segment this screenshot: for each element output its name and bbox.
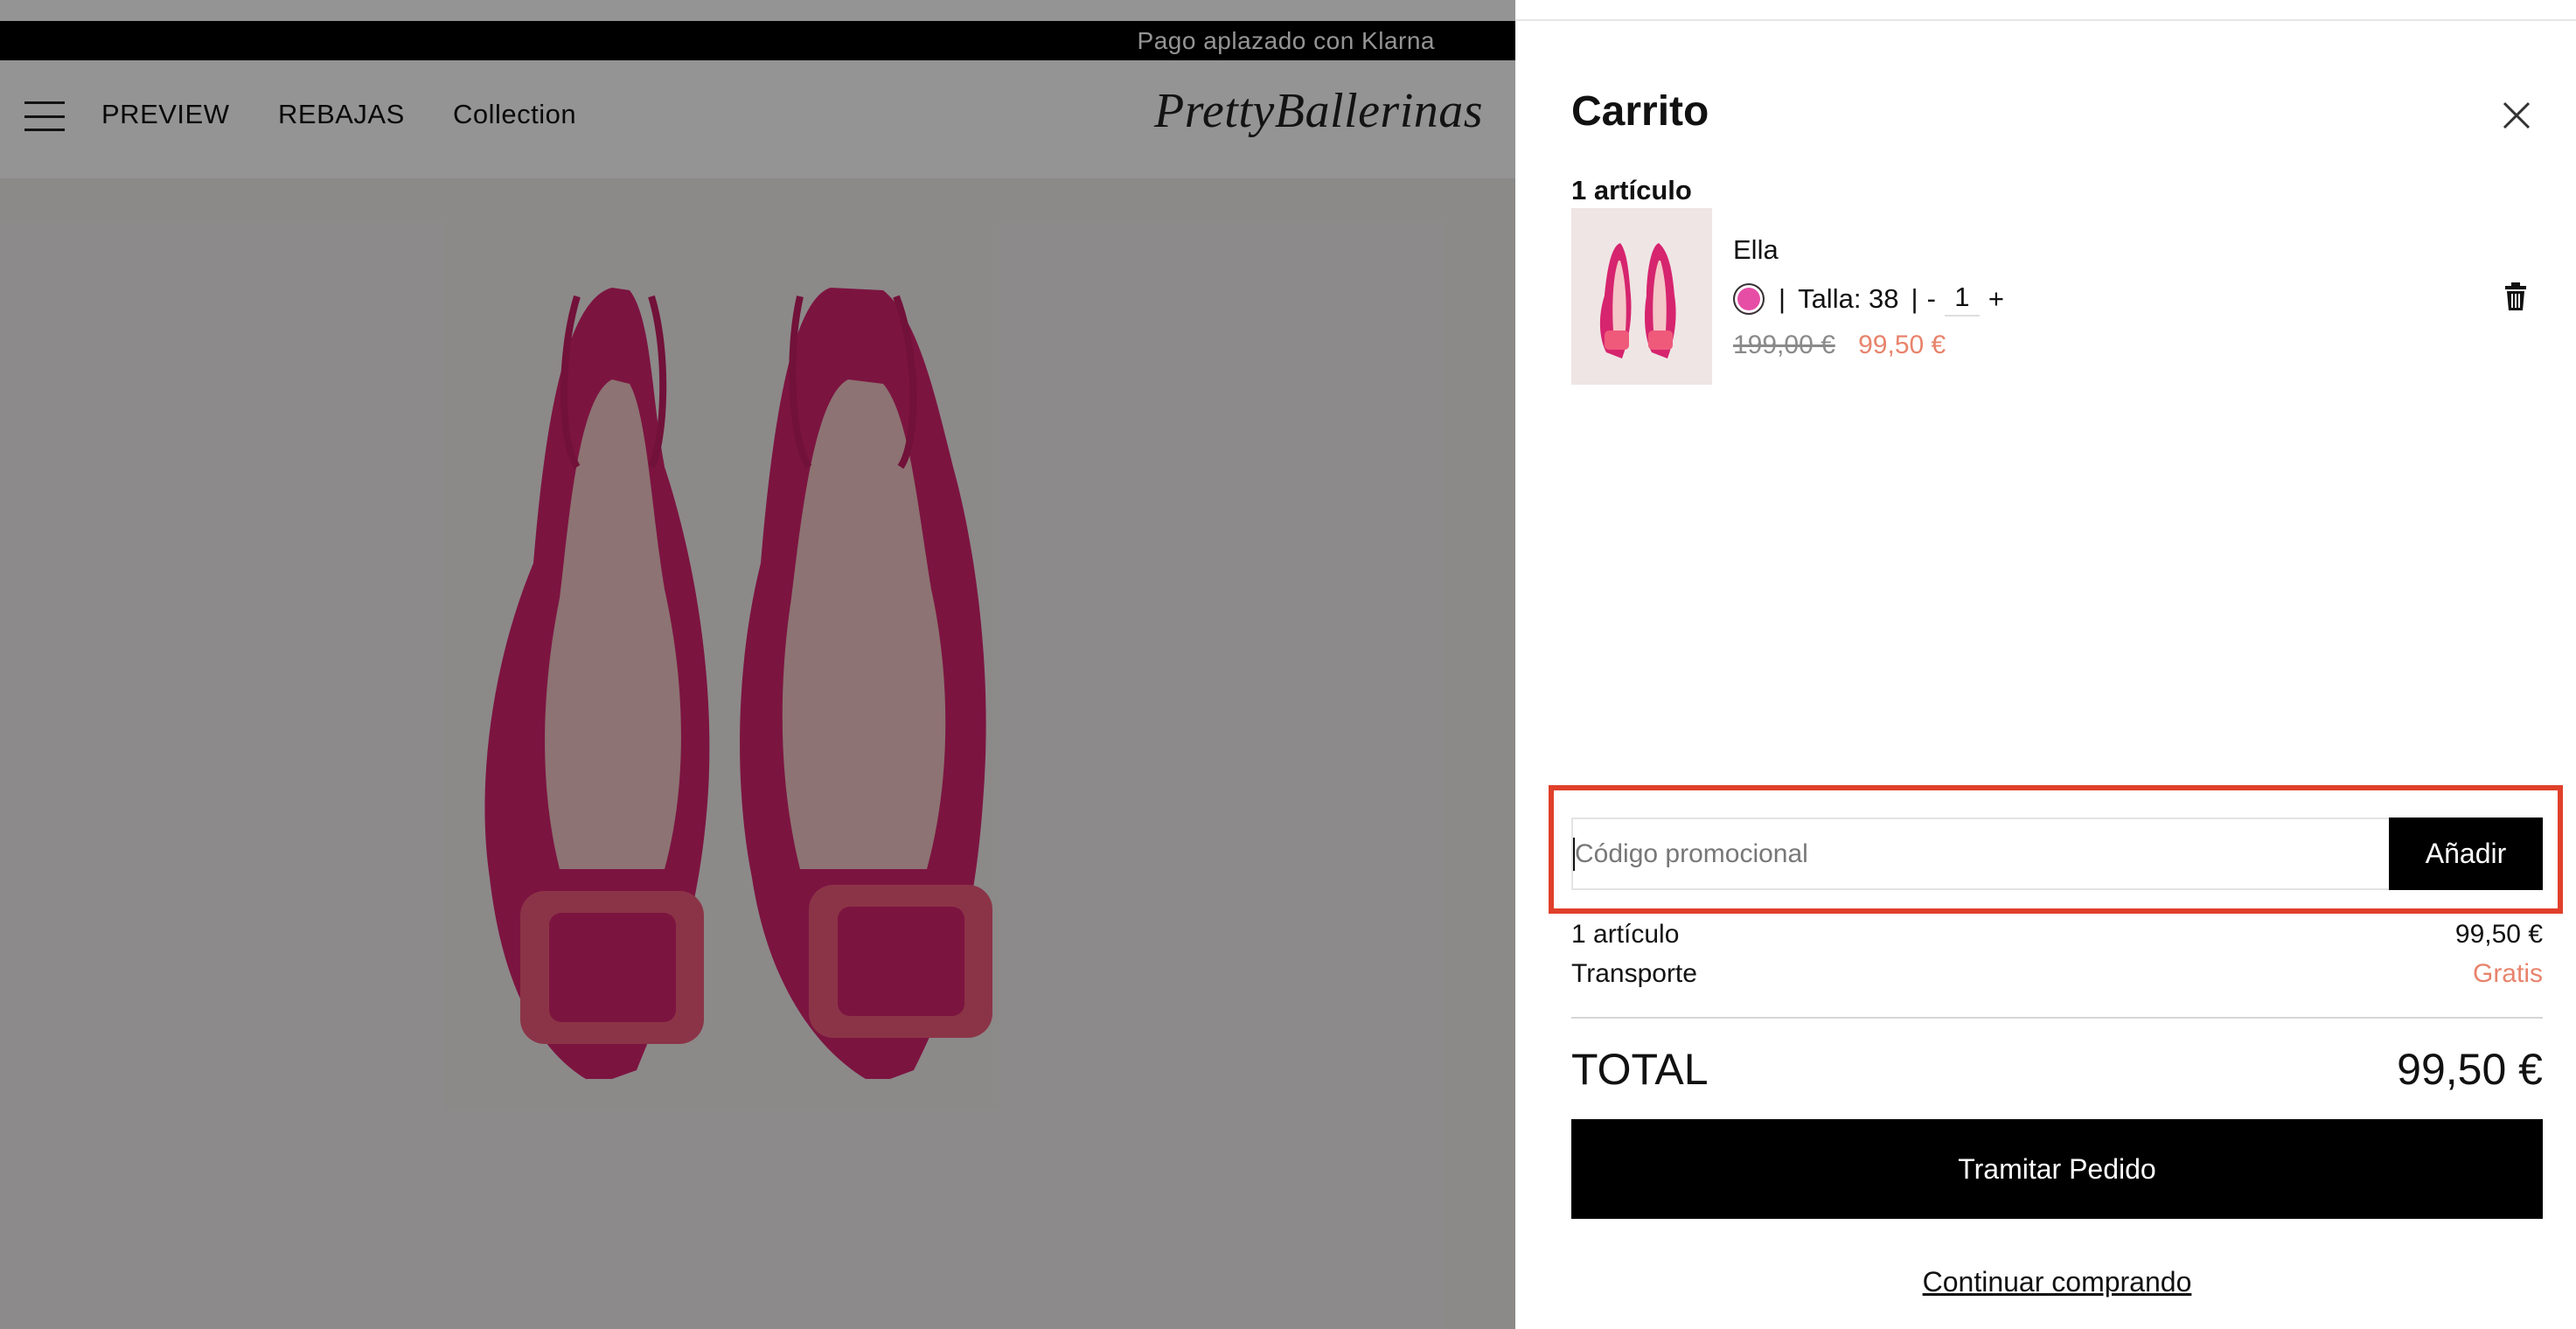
variant-separator: |: [1911, 283, 1918, 314]
item-original-price: 199,00 €: [1733, 331, 1835, 359]
quantity-decrease-button[interactable]: -: [1918, 283, 1945, 315]
item-size: Talla: 38: [1798, 283, 1899, 314]
color-swatch: [1733, 283, 1765, 315]
cart-title: Carrito: [1571, 88, 1709, 135]
quantity-value[interactable]: 1: [1944, 282, 1980, 317]
total-value: 99,50 €: [2397, 1045, 2543, 1094]
summary-divider: [1571, 1017, 2543, 1019]
dim-overlay[interactable]: [0, 0, 1515, 1329]
close-icon[interactable]: [2499, 98, 2534, 133]
item-thumbnail[interactable]: [1571, 208, 1712, 385]
total-label: TOTAL: [1571, 1045, 1709, 1094]
summary-items-label: 1 artículo: [1571, 920, 1680, 949]
trash-icon[interactable]: [2503, 282, 2529, 311]
cart-item-count: 1 artículo: [1571, 175, 1692, 205]
item-sale-price: 99,50 €: [1858, 331, 1946, 359]
checkout-button[interactable]: Tramitar Pedido: [1571, 1119, 2543, 1219]
summary-items-row: 1 artículo 99,50 €: [1571, 920, 2543, 950]
promo-add-button[interactable]: Añadir: [2389, 818, 2543, 890]
cart-drawer: Carrito 1 artículo Ella | Talla: 38 | - …: [1515, 0, 2576, 1329]
promo-code-input[interactable]: [1571, 818, 2389, 890]
item-thumbnail-image: [1599, 243, 1676, 358]
item-variant-row: | Talla: 38 | - 1 +: [1733, 282, 2013, 317]
variant-separator: |: [1779, 283, 1786, 314]
total-row: TOTAL 99,50 €: [1571, 1044, 2543, 1095]
summary-shipping-row: Transporte Gratis: [1571, 959, 2543, 989]
quantity-increase-button[interactable]: +: [1980, 283, 2013, 315]
text-caret: [1573, 838, 1575, 871]
continue-shopping-link[interactable]: Continuar comprando: [1571, 1266, 2543, 1298]
store-page: Pago aplazado con Klarna PREVIEW REBAJAS…: [0, 0, 1515, 1329]
summary-items-value: 99,50 €: [2454, 920, 2543, 949]
shipping-label: Transporte: [1571, 959, 1697, 988]
item-price-row: 199,00 € 99,50 €: [1733, 331, 1946, 360]
shipping-value: Gratis: [2472, 959, 2543, 988]
item-name[interactable]: Ella: [1733, 234, 1779, 266]
drawer-divider: [1515, 19, 2576, 21]
